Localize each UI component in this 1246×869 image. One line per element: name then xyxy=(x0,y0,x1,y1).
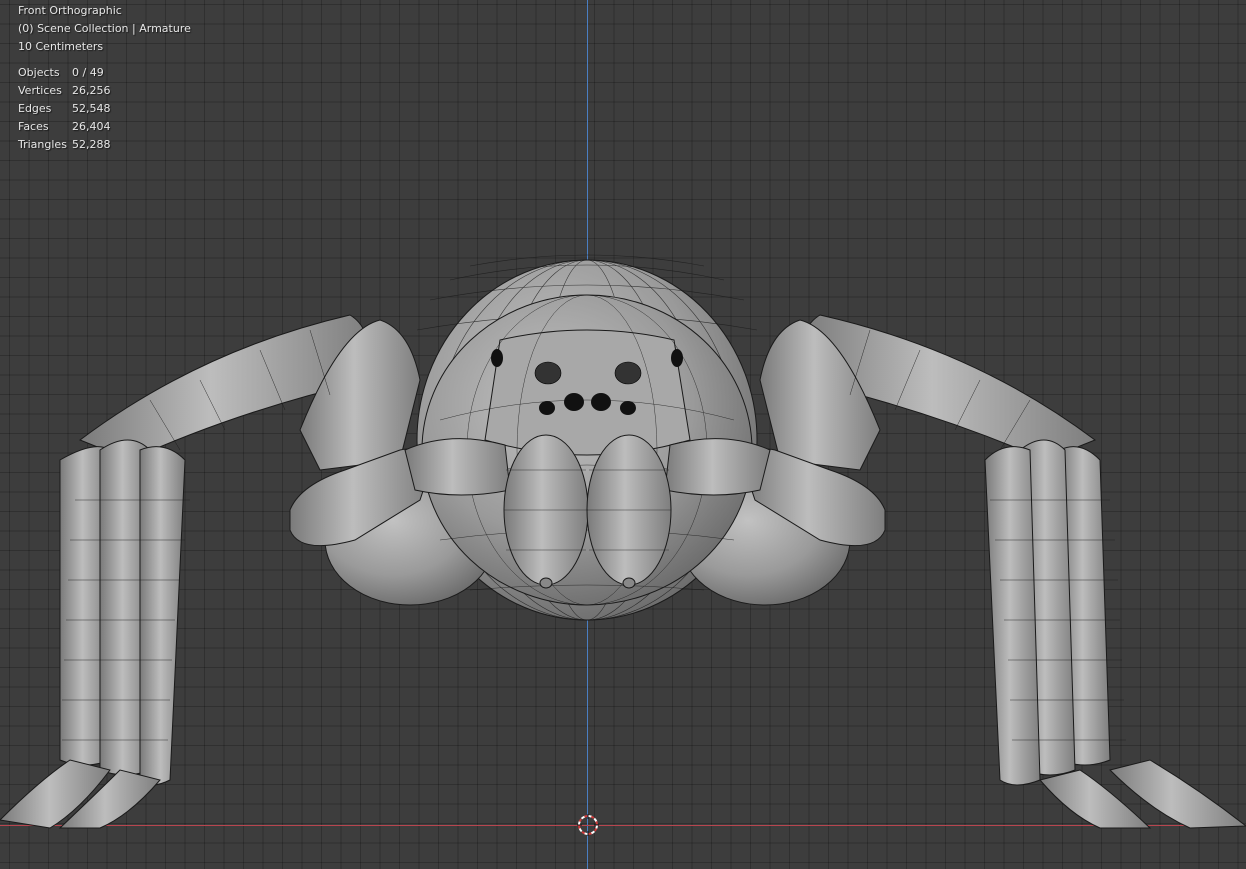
stat-value: 0 / 49 xyxy=(72,66,104,79)
stat-triangles: Triangles 52,288 xyxy=(18,136,111,154)
stat-label: Edges xyxy=(18,102,52,115)
collection-label: (0) Scene Collection | Armature xyxy=(18,22,191,35)
viewport-info: Front Orthographic (0) Scene Collection … xyxy=(18,2,191,56)
stat-label: Faces xyxy=(18,120,49,133)
stat-label: Vertices xyxy=(18,84,62,97)
stat-value: 26,256 xyxy=(72,84,111,97)
stat-vertices: Vertices 26,256 xyxy=(18,82,111,100)
grid-scale: 10 Centimeters xyxy=(18,40,104,53)
stat-edges: Edges 52,548 xyxy=(18,100,111,118)
stat-label: Objects xyxy=(18,66,60,79)
spider-mesh-model[interactable] xyxy=(0,0,1246,869)
3d-cursor-icon[interactable] xyxy=(577,814,599,836)
3d-viewport[interactable]: Front Orthographic (0) Scene Collection … xyxy=(0,0,1246,869)
stat-value: 52,548 xyxy=(72,102,111,115)
stat-value: 52,288 xyxy=(72,138,111,151)
stat-objects: Objects 0 / 49 xyxy=(18,64,111,82)
stat-label: Triangles xyxy=(18,138,67,151)
scene-statistics: Objects 0 / 49 Vertices 26,256 Edges 52,… xyxy=(18,64,111,154)
stat-faces: Faces 26,404 xyxy=(18,118,111,136)
view-name: Front Orthographic xyxy=(18,4,122,17)
stat-value: 26,404 xyxy=(72,120,111,133)
